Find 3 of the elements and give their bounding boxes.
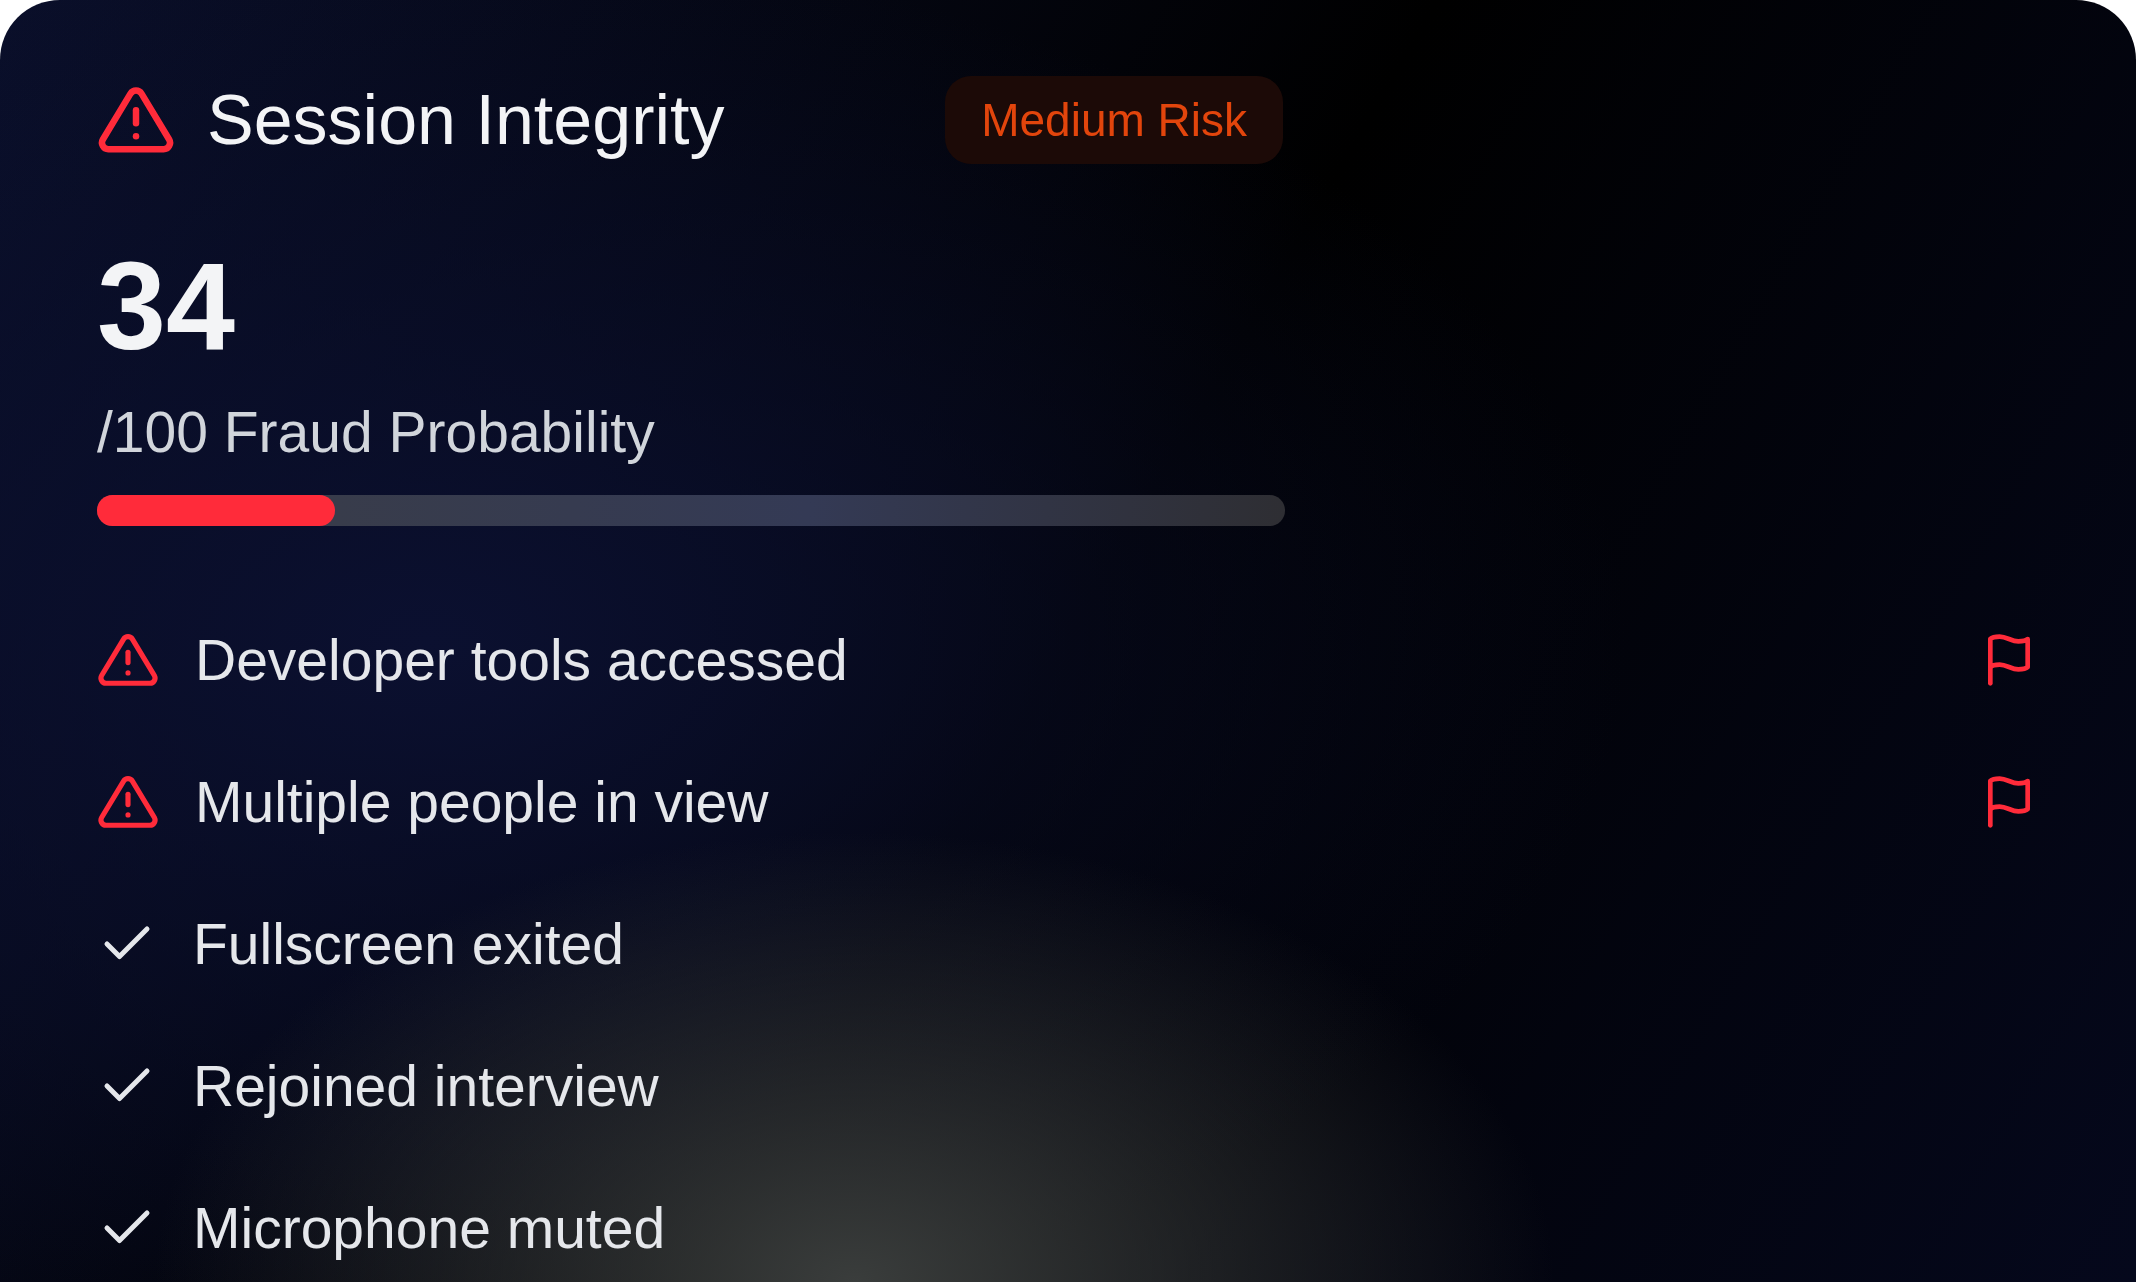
risk-badge: Medium Risk: [945, 76, 1283, 164]
event-label: Fullscreen exited: [193, 915, 624, 973]
score-value: 34: [97, 244, 235, 368]
